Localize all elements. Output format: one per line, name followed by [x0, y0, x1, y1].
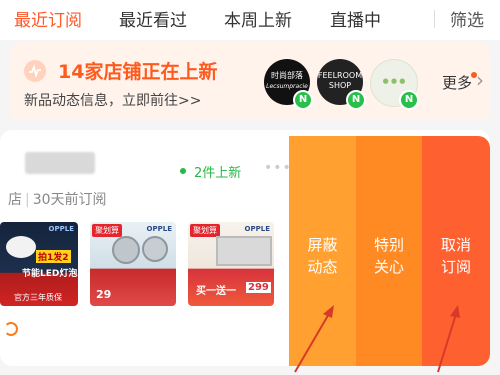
annotation-arrow — [294, 305, 334, 373]
new-badge: N — [346, 90, 366, 110]
store-logo-name: FEELROOM SHOP — [317, 71, 363, 90]
new-items-count: 2件上新 — [194, 166, 242, 181]
banner-subtitle[interactable]: 新品动态信息，立即前往>> — [24, 90, 201, 110]
banner-title: 14家店铺正在上新 — [58, 61, 218, 83]
special-follow-button[interactable]: 特别 关心 — [356, 136, 422, 366]
tab-bar: 最近订阅 最近看过 本周上新 直播中 筛选 — [0, 0, 500, 40]
product-thumbnail[interactable]: 聚划算 OPPLE 29 — [90, 222, 176, 306]
more-link[interactable]: 更多 — [442, 72, 472, 93]
new-badge: N — [293, 90, 313, 110]
subscribe-time: 30天前订阅 — [32, 192, 107, 208]
heartbeat-icon — [24, 60, 46, 82]
filter-button[interactable]: 筛选 — [450, 6, 484, 31]
store-meta: 店 | 30天前订阅 — [8, 192, 107, 208]
new-arrivals-banner[interactable]: 14家店铺正在上新 新品动态信息，立即前往>> 时尚部落 Lecsumpracie… — [10, 42, 490, 120]
store-name-blurred — [25, 152, 95, 174]
tab-recently-viewed[interactable]: 最近看过 — [119, 6, 187, 31]
chevron-right-icon[interactable]: › — [476, 68, 484, 92]
loading-icon — [4, 322, 18, 336]
new-badge: N — [399, 90, 419, 110]
store-logo-name: 时尚部落 — [271, 71, 303, 80]
tab-divider — [434, 10, 435, 28]
tab-new-this-week[interactable]: 本周上新 — [224, 6, 292, 31]
store-logo-sub: Lecsumpracie — [266, 83, 308, 90]
product-thumbnail[interactable]: 聚划算 OPPLE 买一送一 299 — [188, 222, 274, 306]
more-options-icon[interactable]: ••• — [264, 160, 292, 176]
product-thumbnail[interactable]: OPPLE 拍1发2 节能LED灯泡 官方三年质保 — [0, 222, 78, 306]
tab-recent-subscribed[interactable]: 最近订阅 — [14, 6, 82, 31]
tab-live[interactable]: 直播中 — [330, 6, 381, 31]
annotation-arrow — [437, 305, 460, 373]
